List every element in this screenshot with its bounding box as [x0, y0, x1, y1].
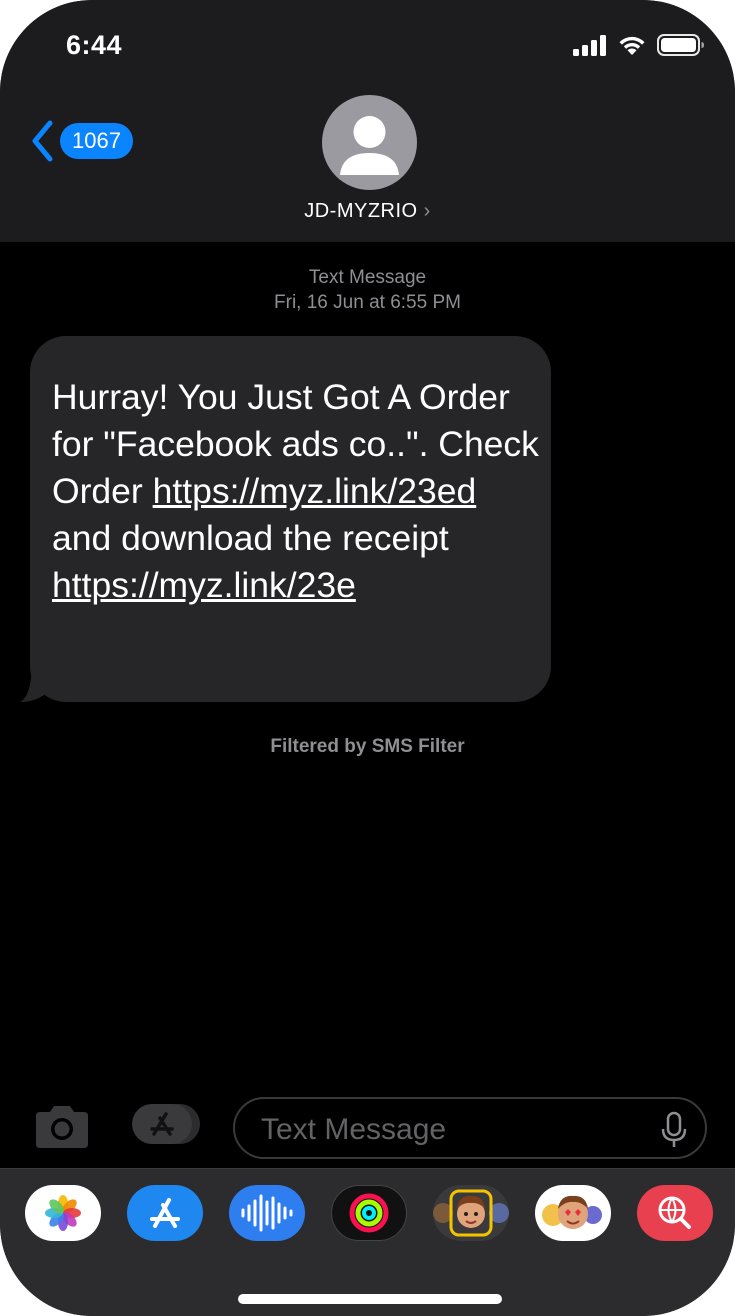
- camera-button[interactable]: [32, 1104, 92, 1150]
- message-input[interactable]: [259, 1109, 643, 1151]
- back-button[interactable]: 1067: [30, 120, 133, 162]
- memoji-face-icon: [433, 1189, 509, 1237]
- globe-search-icon: [658, 1196, 691, 1229]
- camera-icon: [36, 1106, 88, 1148]
- microphone-icon[interactable]: [661, 1111, 687, 1149]
- activity-icon[interactable]: [331, 1185, 407, 1241]
- memoji-stickers-icon[interactable]: [535, 1185, 611, 1241]
- photos-flower-icon: [45, 1195, 81, 1231]
- photos-app-icon[interactable]: [25, 1185, 101, 1241]
- contact-name: JD-MYZRIO: [304, 200, 418, 222]
- person-icon: [340, 116, 399, 175]
- receipt-link[interactable]: https://myz.link/23e: [52, 565, 356, 605]
- chevron-right-icon: ›: [423, 200, 431, 222]
- composer-row: [0, 1094, 735, 1164]
- contact-name-button[interactable]: JD-MYZRIO ›: [0, 200, 735, 223]
- chevron-left-icon: [32, 120, 53, 162]
- message-text-part: and download the receipt: [52, 518, 449, 558]
- home-indicator[interactable]: [238, 1294, 502, 1304]
- contact-avatar[interactable]: [322, 95, 417, 190]
- wifi-icon: [619, 36, 645, 55]
- conversation-header: 6:44 1067 JD-MYZRIO ›: [0, 0, 735, 242]
- waveform-icon: [241, 1194, 293, 1232]
- apps-icon: [132, 1104, 200, 1144]
- phone-screen: 6:44 1067 JD-MYZRIO › Text Message Fri, …: [0, 0, 735, 1316]
- audio-message-icon[interactable]: [229, 1185, 305, 1241]
- app-store-button[interactable]: [130, 1102, 202, 1146]
- activity-rings-icon: [349, 1193, 389, 1233]
- message-type-label: Text Message: [308, 267, 427, 288]
- order-link[interactable]: https://myz.link/23ed: [153, 471, 477, 511]
- unread-count-badge: 1067: [60, 123, 133, 159]
- app-store-icon[interactable]: [127, 1185, 203, 1241]
- memoji-icon[interactable]: [433, 1185, 509, 1241]
- message-text: Hurray! You Just Got A Order for "Facebo…: [52, 374, 542, 609]
- battery-icon: [657, 34, 704, 56]
- message-timestamp: Fri, 16 Jun at 6:55 PM: [274, 292, 461, 313]
- status-time: 6:44: [66, 30, 123, 60]
- status-icons: [573, 34, 705, 56]
- message-input-field[interactable]: [233, 1097, 707, 1159]
- search-images-icon[interactable]: [637, 1185, 713, 1241]
- filter-note: Filtered by SMS Filter: [270, 736, 465, 757]
- app-store-glyph-icon: [150, 1198, 180, 1228]
- sticker-faces-icon: [542, 1195, 602, 1229]
- cellular-signal-icon: [573, 35, 606, 56]
